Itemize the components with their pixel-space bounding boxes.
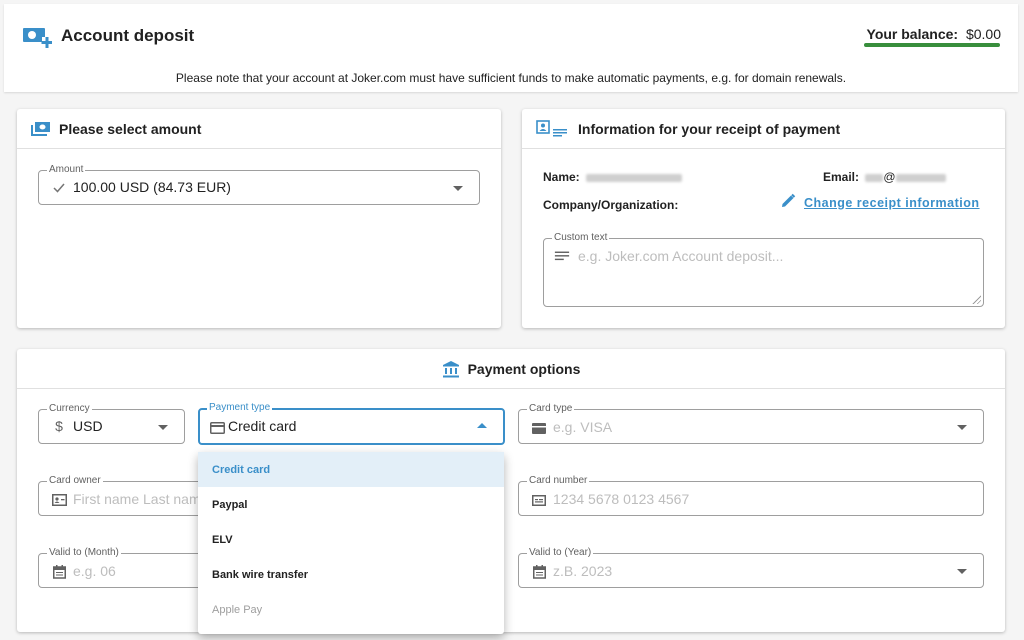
custom-text-label: Custom text — [552, 231, 610, 245]
funds-notice: Please note that your account at Joker.c… — [175, 71, 847, 85]
page-title: Account deposit — [61, 26, 195, 45]
card-type-placeholder: e.g. VISA — [553, 419, 613, 435]
text-lines-icon — [554, 248, 570, 264]
chevron-down-icon — [957, 569, 967, 574]
card-number-icon — [531, 492, 547, 508]
credit-card-icon — [209, 420, 225, 436]
payment-type-label: Payment type — [207, 401, 273, 415]
change-receipt-label: Change receipt information — [804, 195, 980, 210]
receipt-company: Company/Organization: — [543, 198, 678, 212]
valid-year-placeholder: z.B. 2023 — [553, 563, 613, 579]
payment-option-apple-pay: Apple Pay — [212, 603, 263, 616]
payment-card-title: Payment options — [467, 360, 581, 377]
calendar-icon — [531, 564, 547, 580]
valid-year-label: Valid to (Year) — [527, 546, 594, 560]
chevron-down-icon — [957, 425, 967, 430]
receipt-card-title: Information for your receipt of payment — [578, 120, 841, 137]
payment-type-dropdown: Credit card Paypal ELV Bank wire transfe… — [198, 452, 504, 634]
email-label: Email: — [823, 170, 860, 184]
header-card: Account deposit Your balance: $0.00 Plea… — [4, 4, 1018, 92]
card-type-select[interactable]: Card type e.g. VISA — [518, 402, 984, 444]
money-add-icon — [22, 24, 53, 50]
amount-select[interactable]: Amount 100.00 USD (84.73 EUR) — [38, 163, 480, 205]
chevron-down-icon — [453, 186, 463, 191]
receipt-card-header: Information for your receipt of payment — [522, 109, 1005, 149]
amount-card-header: Please select amount — [17, 109, 501, 149]
email-user-redacted — [865, 173, 884, 182]
check-icon — [51, 180, 67, 196]
email-at: @ — [883, 170, 896, 184]
card-type-label: Card type — [527, 402, 575, 416]
receipt-email: Email: @ — [823, 170, 946, 184]
contact-info-icon — [536, 119, 570, 138]
valid-year-select[interactable]: Valid to (Year) z.B. 2023 — [518, 546, 984, 588]
name-label: Name: — [543, 170, 580, 184]
payment-option-paypal[interactable]: Paypal — [198, 487, 504, 522]
edit-pencil-icon — [780, 193, 796, 212]
change-receipt-link[interactable]: Change receipt information — [780, 193, 980, 212]
valid-month-label: Valid to (Month) — [47, 546, 121, 560]
chevron-up-icon — [477, 423, 487, 428]
chevron-down-icon — [158, 425, 168, 430]
card-number-input[interactable]: Card number 1234 5678 0123 4567 — [518, 474, 984, 516]
balance-label: Your balance: — [866, 26, 959, 42]
payment-option-credit-card[interactable]: Credit card — [198, 452, 504, 487]
custom-text-area[interactable]: Custom text e.g. Joker.com Account depos… — [543, 231, 984, 307]
valid-month-placeholder: e.g. 06 — [73, 563, 116, 579]
account-deposit-page: Account deposit Your balance: $0.00 Plea… — [0, 0, 1024, 640]
card-number-label: Card number — [527, 474, 590, 488]
bank-icon — [442, 360, 460, 378]
currency-value: USD — [73, 418, 103, 434]
payment-option-bank-wire[interactable]: Bank wire transfer — [198, 557, 504, 592]
custom-text-placeholder: e.g. Joker.com Account deposit... — [578, 248, 784, 264]
balance-underline — [864, 43, 1000, 47]
receipt-name: Name: — [543, 170, 683, 184]
amount-value: 100.00 USD (84.73 EUR) — [73, 179, 231, 195]
dollar-icon: $ — [55, 418, 63, 434]
currency-select[interactable]: Currency $ USD — [38, 402, 185, 444]
name-value-redacted — [586, 173, 683, 182]
payment-option-elv[interactable]: ELV — [198, 522, 504, 557]
id-card-icon — [51, 492, 67, 508]
card-owner-label: Card owner — [47, 474, 103, 488]
money-icon — [31, 121, 51, 137]
payment-type-value: Credit card — [228, 418, 297, 434]
amount-card-title: Please select amount — [59, 120, 202, 137]
payment-type-select[interactable]: Payment type Credit card — [198, 401, 505, 445]
calendar-icon — [51, 564, 67, 580]
card-number-placeholder: 1234 5678 0123 4567 — [553, 491, 690, 507]
company-label: Company/Organization: — [543, 198, 679, 212]
email-domain-redacted — [895, 173, 946, 182]
resize-handle[interactable] — [971, 294, 981, 304]
payment-card-header: Payment options — [17, 349, 1005, 389]
amount-card: Please select amount — [17, 109, 501, 328]
currency-label: Currency — [47, 402, 92, 416]
amount-label: Amount — [47, 163, 86, 177]
balance-value: $0.00 — [965, 26, 1001, 42]
balance-display: Your balance: $0.00 — [867, 26, 1001, 42]
card-icon — [531, 420, 547, 436]
